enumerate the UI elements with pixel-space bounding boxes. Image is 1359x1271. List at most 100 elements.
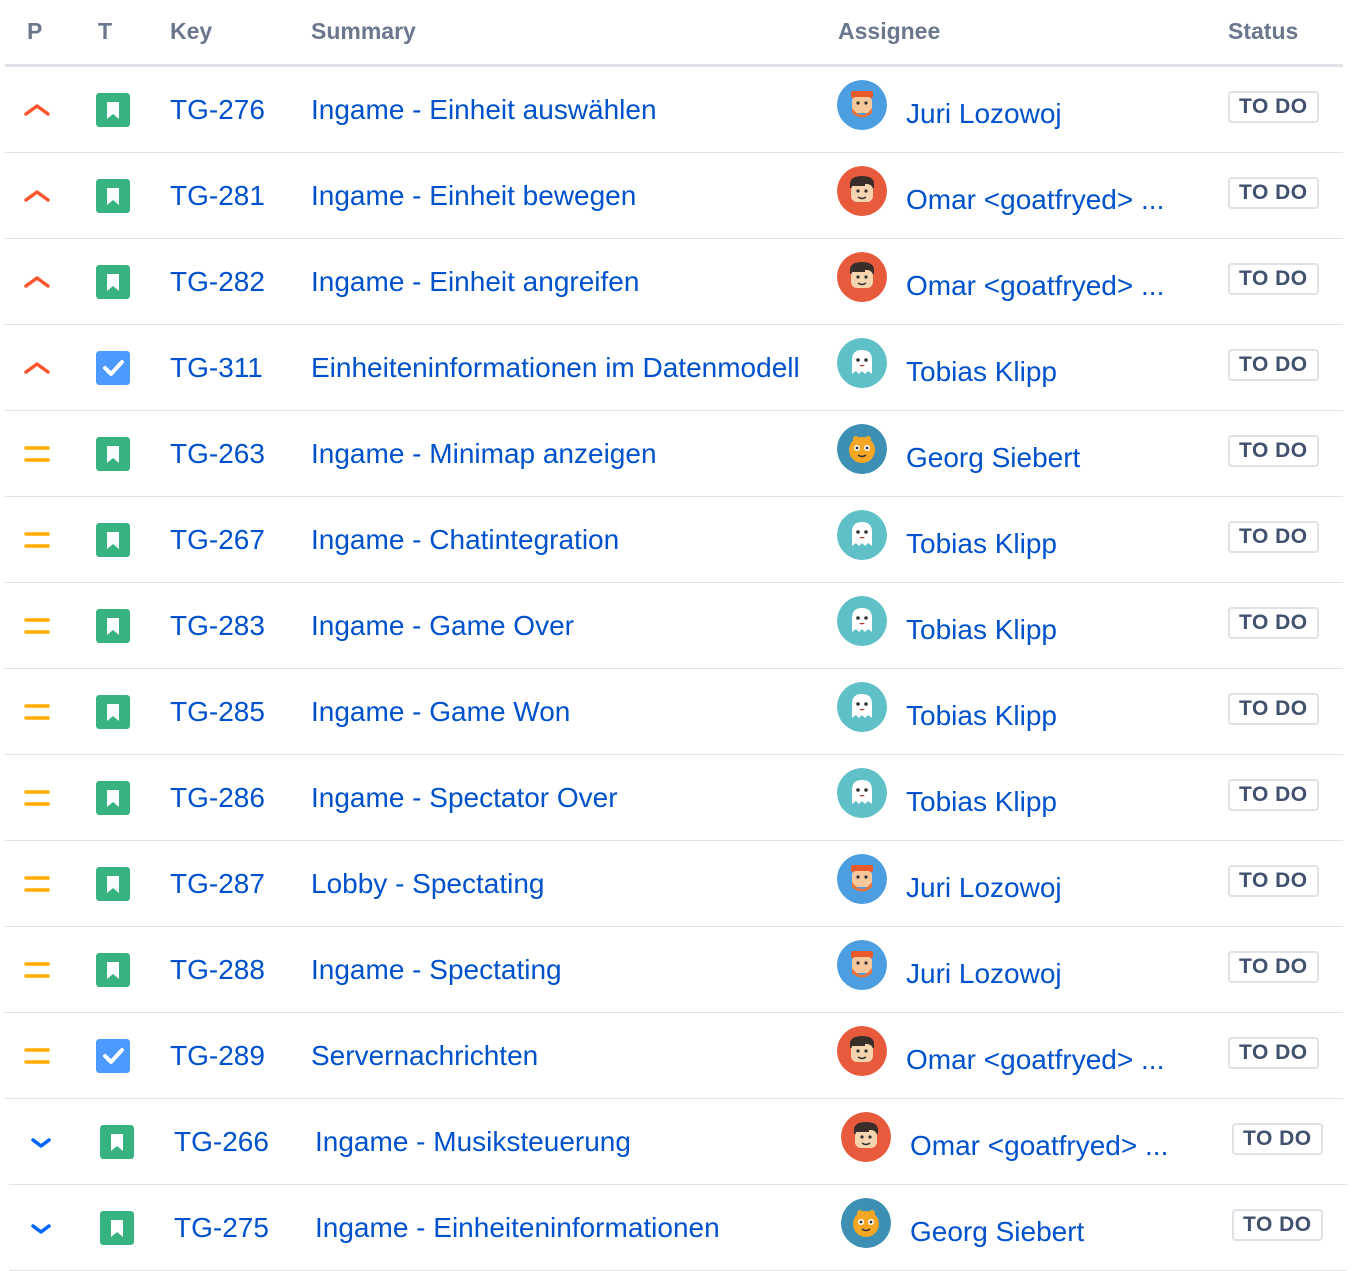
issue-key-link[interactable]: TG-275	[174, 1212, 269, 1244]
task-icon	[96, 325, 136, 410]
assignee-name[interactable]: Omar <goatfryed> ...	[906, 270, 1164, 301]
assignee-name[interactable]: Juri Lozowoj	[906, 98, 1062, 129]
assignee-name[interactable]: Tobias Klipp	[906, 786, 1057, 817]
story-icon	[100, 1099, 140, 1184]
priority-low-icon	[27, 1185, 67, 1270]
priority-high-icon	[23, 153, 63, 238]
assignee-name[interactable]: Juri Lozowoj	[906, 958, 1062, 989]
status-badge: TO DO	[1228, 950, 1319, 983]
status-badge: TO DO	[1228, 1036, 1319, 1069]
issue-key-link[interactable]: TG-288	[170, 954, 265, 986]
issue-summary-link[interactable]: Lobby - Spectating	[311, 868, 545, 900]
column-header-status[interactable]: Status	[1228, 0, 1298, 62]
assignee-name[interactable]: Omar <goatfryed> ...	[906, 184, 1164, 215]
issue-summary-link[interactable]: Ingame - Einheit auswählen	[311, 94, 657, 126]
story-icon	[96, 841, 136, 926]
issue-key-link[interactable]: TG-289	[170, 1040, 265, 1072]
avatar[interactable]	[837, 67, 887, 152]
issue-summary-link[interactable]: Ingame - Spectating	[311, 954, 562, 986]
assignee-name[interactable]: Tobias Klipp	[906, 700, 1057, 731]
table-row[interactable]: TG-282 Ingame - Einheit angreifen Omar <go…	[5, 239, 1343, 325]
issue-key-link[interactable]: TG-266	[174, 1126, 269, 1158]
assignee-name[interactable]: Omar <goatfryed> ...	[910, 1130, 1168, 1161]
priority-medium-icon	[23, 583, 63, 668]
issue-summary-link[interactable]: Ingame - Chatintegration	[311, 524, 619, 556]
issue-summary-link[interactable]: Ingame - Einheit angreifen	[311, 266, 639, 298]
issue-key-link[interactable]: TG-276	[170, 94, 265, 126]
priority-medium-icon	[23, 669, 63, 754]
avatar[interactable]	[837, 669, 887, 754]
table-row[interactable]: TG-286 Ingame - Spectator Over Tobias Klip…	[5, 755, 1343, 841]
issue-key-link[interactable]: TG-287	[170, 868, 265, 900]
avatar[interactable]	[837, 325, 887, 410]
issue-summary-link[interactable]: Ingame - Minimap anzeigen	[311, 438, 657, 470]
table-row[interactable]: TG-263 Ingame - Minimap anzeigen Georg Sie…	[5, 411, 1343, 497]
table-row[interactable]: TG-285 Ingame - Game Won Tobias Klipp TO DO	[5, 669, 1343, 755]
column-header-priority[interactable]: P	[27, 0, 42, 62]
assignee-name[interactable]: Georg Siebert	[910, 1216, 1084, 1247]
avatar[interactable]	[837, 583, 887, 668]
table-row[interactable]: TG-283 Ingame - Game Over Tobias Klipp TO D…	[5, 583, 1343, 669]
issue-summary-link[interactable]: Ingame - Einheiteninformationen	[315, 1212, 720, 1244]
table-row[interactable]: TG-288 Ingame - Spectating Juri Lozowoj TO …	[5, 927, 1343, 1013]
assignee-name[interactable]: Tobias Klipp	[906, 614, 1057, 645]
priority-high-icon	[23, 325, 63, 410]
issue-key-link[interactable]: TG-281	[170, 180, 265, 212]
avatar[interactable]	[837, 841, 887, 926]
issue-summary-link[interactable]: Ingame - Einheit bewegen	[311, 180, 636, 212]
status-badge: TO DO	[1228, 262, 1319, 295]
issue-summary-link[interactable]: Servernachrichten	[311, 1040, 538, 1072]
table-row[interactable]: TG-267 Ingame - Chatintegration Tobias Kli…	[5, 497, 1343, 583]
issue-key-link[interactable]: TG-311	[170, 352, 263, 384]
assignee-name[interactable]: Tobias Klipp	[906, 356, 1057, 387]
issue-key-link[interactable]: TG-286	[170, 782, 265, 814]
story-icon	[96, 927, 136, 1012]
task-icon	[96, 1013, 136, 1098]
avatar[interactable]	[837, 755, 887, 840]
table-row[interactable]: TG-266 Ingame - Musiksteuerung Omar <goatf…	[9, 1099, 1347, 1185]
status-badge: TO DO	[1228, 864, 1319, 897]
assignee-name[interactable]: Tobias Klipp	[906, 528, 1057, 559]
table-row[interactable]: TG-287 Lobby - Spectating Juri Lozowoj TO D…	[5, 841, 1343, 927]
avatar[interactable]	[841, 1185, 891, 1270]
column-header-type[interactable]: T	[98, 0, 112, 62]
priority-medium-icon	[23, 841, 63, 926]
column-header-assignee[interactable]: Assignee	[838, 0, 940, 62]
issue-key-link[interactable]: TG-282	[170, 266, 265, 298]
table-header: P T Key Summary Assignee Status	[5, 0, 1343, 67]
avatar[interactable]	[837, 239, 887, 324]
story-icon	[96, 583, 136, 668]
status-badge: TO DO	[1228, 778, 1319, 811]
avatar[interactable]	[841, 1099, 891, 1184]
issue-summary-link[interactable]: Ingame - Game Over	[311, 610, 574, 642]
avatar[interactable]	[837, 927, 887, 1012]
column-header-summary[interactable]: Summary	[311, 0, 416, 62]
issue-key-link[interactable]: TG-263	[170, 438, 265, 470]
assignee-name[interactable]: Juri Lozowoj	[906, 872, 1062, 903]
issue-key-link[interactable]: TG-283	[170, 610, 265, 642]
issue-key-link[interactable]: TG-285	[170, 696, 265, 728]
column-header-key[interactable]: Key	[170, 0, 212, 62]
priority-medium-icon	[23, 927, 63, 1012]
table-row[interactable]: TG-311 Einheiteninformationen im Datenmod…	[5, 325, 1343, 411]
issue-summary-link[interactable]: Ingame - Musiksteuerung	[315, 1126, 631, 1158]
issue-key-link[interactable]: TG-267	[170, 524, 265, 556]
status-badge: TO DO	[1228, 434, 1319, 467]
avatar[interactable]	[837, 497, 887, 582]
table-row[interactable]: TG-276 Ingame - Einheit auswählen Juri Loz…	[5, 67, 1343, 153]
table-row[interactable]: TG-289 Servernachrichten Omar <goatfryed> …	[5, 1013, 1343, 1099]
story-icon	[96, 411, 136, 496]
status-badge: TO DO	[1228, 606, 1319, 639]
priority-low-icon	[27, 1099, 67, 1184]
assignee-name[interactable]: Georg Siebert	[906, 442, 1080, 473]
issue-summary-link[interactable]: Ingame - Game Won	[311, 696, 570, 728]
avatar[interactable]	[837, 153, 887, 238]
table-row[interactable]: TG-275 Ingame - Einheiteninformationen Geo…	[9, 1185, 1347, 1271]
avatar[interactable]	[837, 411, 887, 496]
issue-summary-link[interactable]: Ingame - Spectator Over	[311, 782, 618, 814]
story-icon	[96, 67, 136, 152]
issue-summary-link[interactable]: Einheiteninformationen im Datenmodell	[311, 352, 800, 384]
avatar[interactable]	[837, 1013, 887, 1098]
table-row[interactable]: TG-281 Ingame - Einheit bewegen Omar <goat…	[5, 153, 1343, 239]
assignee-name[interactable]: Omar <goatfryed> ...	[906, 1044, 1164, 1075]
